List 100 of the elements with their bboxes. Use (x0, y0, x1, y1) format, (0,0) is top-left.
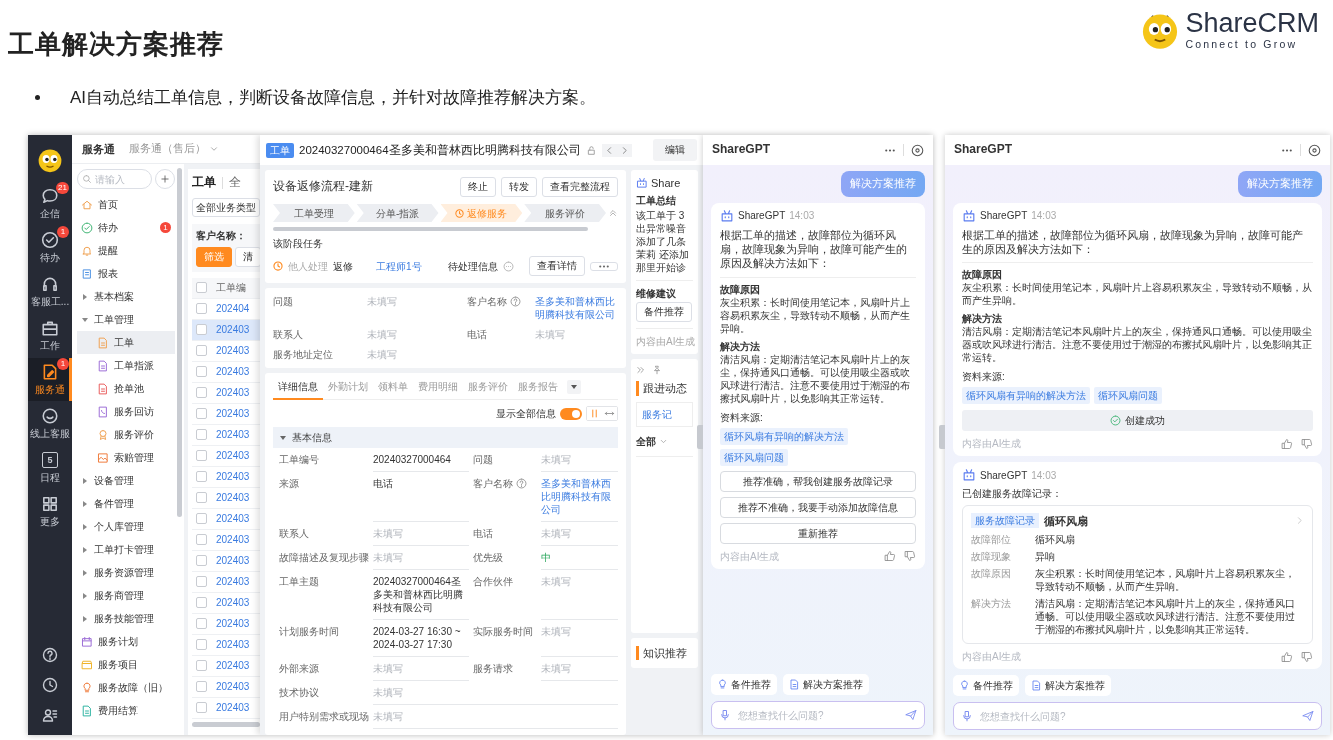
checkbox[interactable] (196, 282, 207, 294)
checkbox[interactable] (196, 597, 207, 609)
checkbox[interactable] (196, 450, 207, 462)
checkbox[interactable] (196, 576, 207, 588)
ticket-link[interactable]: 202403 (216, 491, 250, 505)
checkbox[interactable] (196, 681, 207, 693)
source-link[interactable]: 循环风扇问题 (1094, 387, 1162, 405)
tab[interactable]: 工单 (192, 175, 216, 191)
ticket-link[interactable]: 202404 (216, 302, 250, 316)
thumbs-up-icon[interactable] (1281, 650, 1293, 663)
checkbox[interactable] (196, 492, 207, 504)
checkbox[interactable] (196, 324, 207, 336)
checkbox[interactable] (196, 534, 207, 546)
nav-item[interactable]: 服务技能管理 (77, 607, 175, 630)
ticket-link[interactable]: 202403 (216, 428, 250, 442)
suggestion-chip[interactable]: 解决方案推荐 (1025, 675, 1111, 697)
question-input[interactable]: 您想查找什么问题? (711, 701, 925, 729)
flow-button[interactable]: 终止 (460, 177, 496, 197)
suggestion-chip[interactable]: 解决方案推荐 (783, 674, 869, 695)
send-icon[interactable] (1302, 710, 1314, 723)
ticket-link[interactable]: 202403 (216, 701, 250, 715)
nav-item[interactable]: 工单管理 (77, 308, 175, 331)
ticket-link[interactable]: 202403 (216, 659, 250, 673)
previous-button[interactable] (601, 143, 617, 157)
nav-item[interactable]: 待办 1 (77, 216, 175, 239)
action-button[interactable]: 推荐不准确，我要手动添加故障信息 (720, 496, 916, 518)
action-button[interactable]: 推荐准确，帮我创建服务故障记录 (720, 470, 916, 492)
checkbox[interactable] (196, 702, 207, 714)
filter-button[interactable]: 筛选 (196, 246, 232, 267)
width-view-button[interactable] (602, 407, 617, 420)
rail-item[interactable]: 客服工... (28, 270, 72, 313)
view-details-button[interactable]: 查看详情 (529, 256, 585, 276)
checkbox[interactable] (196, 639, 207, 651)
checkbox[interactable] (196, 387, 207, 399)
more-button[interactable] (590, 261, 618, 271)
ticket-link[interactable]: 202403 (216, 554, 250, 568)
nav-item[interactable]: 索赔管理 (77, 446, 175, 469)
question-input[interactable]: 您想查找什么问题? (953, 702, 1322, 731)
tab[interactable]: 外勤计划 (323, 375, 373, 400)
add-button[interactable] (155, 169, 175, 189)
ticket-link[interactable]: 202403 (216, 512, 250, 526)
nav-item[interactable]: 工单 (77, 331, 175, 354)
collapse-handle[interactable] (697, 425, 703, 449)
record-card[interactable]: 服务故障记录 循环风扇 故障部位 循环风扇 故障现象 异响 故障原因 灰尘积累：长时间使用笔记本，风扇叶片上容易积累灰尘，导致转动不顺畅，从而产生异响。 解决方法 清洁风扇：定期清洁笔记本风扇叶片上的灰尘，保持通风口通畅。可以使用吸尘器或吹风球进行清洁。注意不要使用过于潮湿的布擦拭风扇叶片，以免影响其正常运转。 (962, 505, 1313, 645)
clock-icon[interactable] (42, 677, 58, 693)
service-record-button[interactable]: 服务记 (636, 401, 693, 427)
suggestion-chip[interactable]: 备件推荐 (953, 675, 1019, 697)
workspace-dropdown[interactable]: 服务通（售后） (129, 142, 219, 156)
rail-item[interactable]: 更多 (28, 490, 72, 533)
suggestion-chip[interactable]: 备件推荐 (711, 674, 777, 695)
thumbs-up-icon[interactable] (1281, 437, 1293, 450)
rail-item[interactable]: 5 日程 (28, 446, 72, 489)
nav-item[interactable]: 个人库管理 (77, 515, 175, 538)
checkbox[interactable] (196, 429, 207, 441)
assignee-link[interactable]: 工程师1号 (376, 259, 422, 273)
nav-item[interactable]: 工单打卡管理 (77, 538, 175, 561)
nav-item[interactable]: 备件管理 (77, 492, 175, 515)
toggle-switch[interactable] (560, 407, 582, 420)
rail-item[interactable]: 工作 (28, 314, 72, 357)
field-value[interactable]: 圣多美和普林西比明腾科技有限公司 (541, 472, 618, 522)
thumbs-down-icon[interactable] (904, 550, 916, 563)
tab[interactable]: 服务报告 (513, 375, 563, 400)
checkbox[interactable] (196, 555, 207, 567)
more-icon[interactable] (884, 148, 896, 152)
tab[interactable]: 服务评价 (463, 375, 513, 400)
section-header[interactable]: 基本信息 (273, 427, 618, 448)
rail-item[interactable]: 21 企信 (28, 182, 72, 225)
thumbs-down-icon[interactable] (1301, 650, 1313, 663)
nav-item[interactable]: 报表 (77, 262, 175, 285)
filter-dropdown[interactable]: 全部 (636, 434, 693, 448)
nav-item[interactable]: 服务项目 (77, 653, 175, 676)
ticket-link[interactable]: 202403 (216, 449, 250, 463)
more-tabs-button[interactable] (567, 380, 581, 394)
nav-item[interactable]: 提醒 (77, 239, 175, 262)
ticket-link[interactable]: 202403 (216, 407, 250, 421)
ticket-link[interactable]: 202403 (216, 680, 250, 694)
help-icon[interactable] (42, 647, 58, 663)
target-icon[interactable] (911, 143, 924, 157)
nav-item[interactable]: 服务评价 (77, 423, 175, 446)
send-icon[interactable] (905, 709, 917, 721)
thumbs-up-icon[interactable] (884, 550, 896, 563)
ticket-link[interactable]: 202403 (216, 344, 250, 358)
tab[interactable]: 领料单 (373, 375, 413, 400)
ticket-link[interactable]: 202403 (216, 365, 250, 379)
ticket-link[interactable]: 202403 (216, 617, 250, 631)
rail-item[interactable]: 1 待办 (28, 226, 72, 269)
source-link[interactable]: 循环风扇有异响的解决方法 (720, 427, 848, 445)
ticket-link[interactable]: 202403 (216, 470, 250, 484)
checkbox[interactable] (196, 303, 207, 315)
search-field[interactable]: 请输入 (77, 169, 152, 189)
checkbox[interactable] (196, 618, 207, 630)
table-row[interactable]: 202403 (192, 319, 260, 341)
edit-button[interactable]: 编辑 (653, 139, 697, 161)
flow-button[interactable]: 转发 (501, 177, 537, 197)
collapse-icon[interactable] (608, 208, 618, 218)
collapse-handle[interactable] (939, 425, 945, 449)
source-link[interactable]: 循环风扇问题 (720, 448, 788, 466)
more-icon[interactable] (1281, 148, 1293, 152)
checkbox[interactable] (196, 345, 207, 357)
checkbox[interactable] (196, 660, 207, 672)
